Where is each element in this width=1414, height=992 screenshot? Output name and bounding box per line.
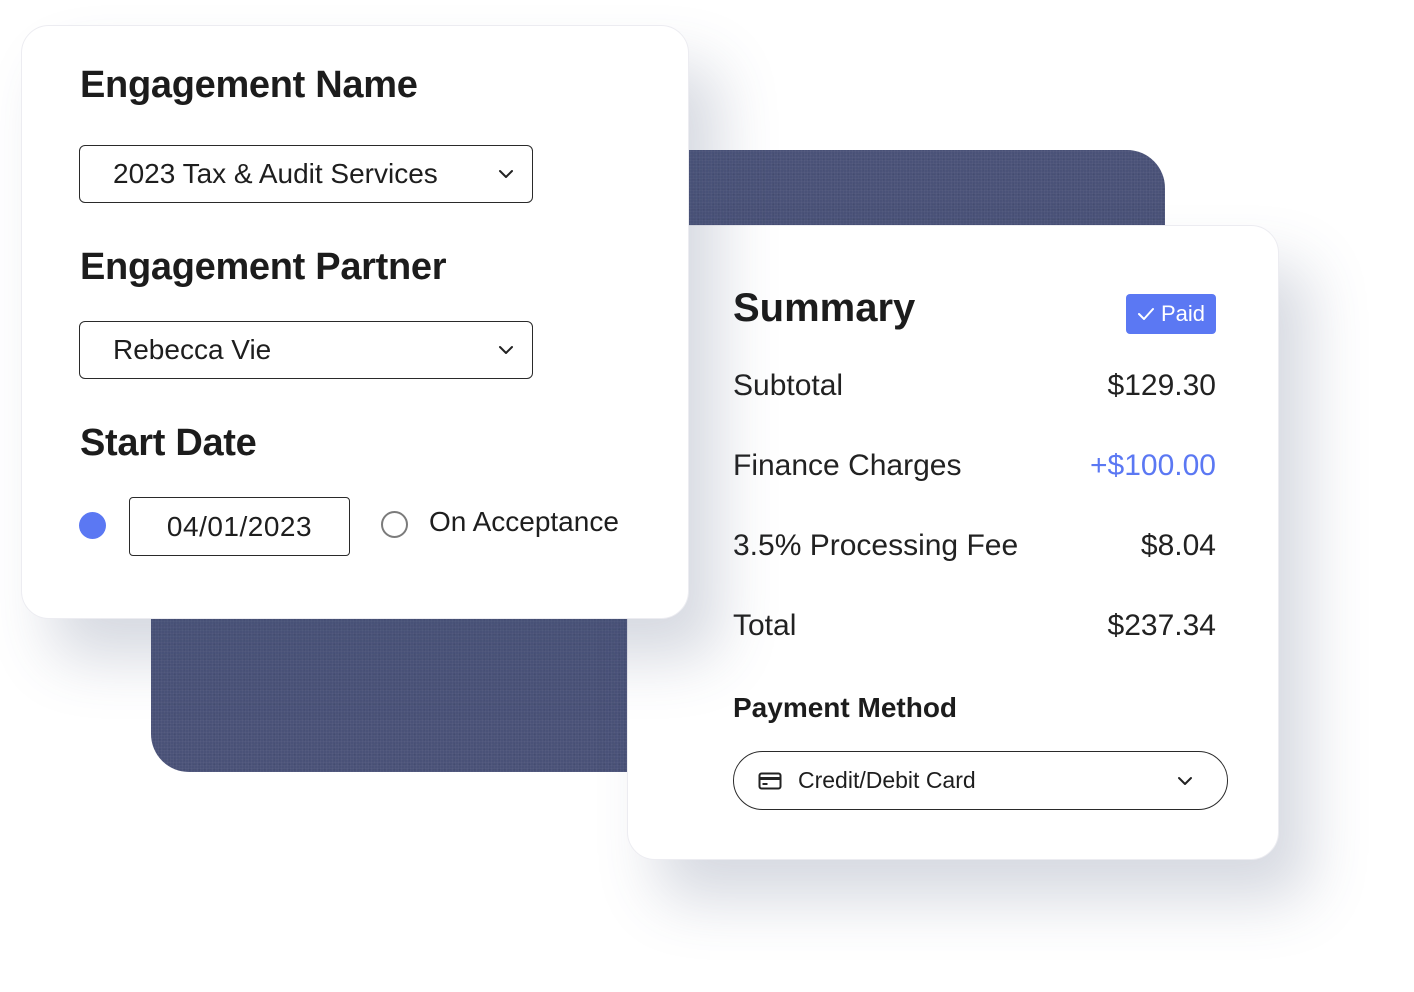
engagement-partner-value: Rebecca Vie: [113, 334, 272, 365]
engagement-name-value: 2023 Tax & Audit Services: [113, 158, 438, 189]
line-label: Subtotal: [733, 369, 844, 402]
chevron-down-icon: [499, 170, 513, 178]
line-label: Total: [733, 609, 797, 642]
summary-title: Summary: [733, 286, 916, 330]
payment-method-select[interactable]: Credit/Debit Card: [733, 751, 1228, 810]
line-amount: $129.30: [1107, 369, 1216, 402]
line-label: 3.5% Processing Fee: [733, 529, 1019, 562]
engagement-name-heading: Engagement Name: [80, 64, 418, 106]
status-badge: Paid: [1126, 294, 1216, 334]
chevron-down-icon: [499, 346, 513, 354]
summary-line-total: Total $237.34: [733, 609, 1216, 643]
line-amount: +$100.00: [1090, 449, 1216, 482]
start-date-input[interactable]: 04/01/2023: [129, 497, 350, 556]
start-date-radio[interactable]: [79, 512, 106, 539]
engagement-name-select[interactable]: 2023 Tax & Audit Services: [79, 145, 533, 203]
chevron-down-icon: [1178, 776, 1192, 785]
payment-method-value: Credit/Debit Card: [798, 767, 976, 793]
summary-line-processing-fee: 3.5% Processing Fee $8.04: [733, 529, 1216, 563]
credit-card-icon: [758, 772, 782, 789]
payment-method-heading: Payment Method: [733, 692, 958, 723]
on-acceptance-label[interactable]: On Acceptance: [429, 506, 619, 538]
engagement-partner-heading: Engagement Partner: [80, 246, 447, 288]
check-icon: [1137, 308, 1154, 320]
summary-line-subtotal: Subtotal $129.30: [733, 369, 1216, 403]
line-amount: $237.34: [1107, 609, 1216, 642]
engagement-card: Engagement Name 2023 Tax & Audit Service…: [21, 25, 689, 619]
on-acceptance-radio[interactable]: [381, 511, 408, 538]
line-label: Finance Charges: [733, 449, 962, 482]
stage: Engagement Name 2023 Tax & Audit Service…: [0, 0, 1414, 992]
status-badge-label: Paid: [1160, 301, 1206, 326]
start-date-heading: Start Date: [80, 422, 257, 464]
engagement-partner-select[interactable]: Rebecca Vie: [79, 321, 533, 379]
summary-card: Summary Paid Subtotal $129.30 Finance Ch…: [627, 225, 1279, 860]
line-amount: $8.04: [1140, 529, 1216, 562]
summary-line-finance-charges: Finance Charges +$100.00: [733, 449, 1216, 483]
